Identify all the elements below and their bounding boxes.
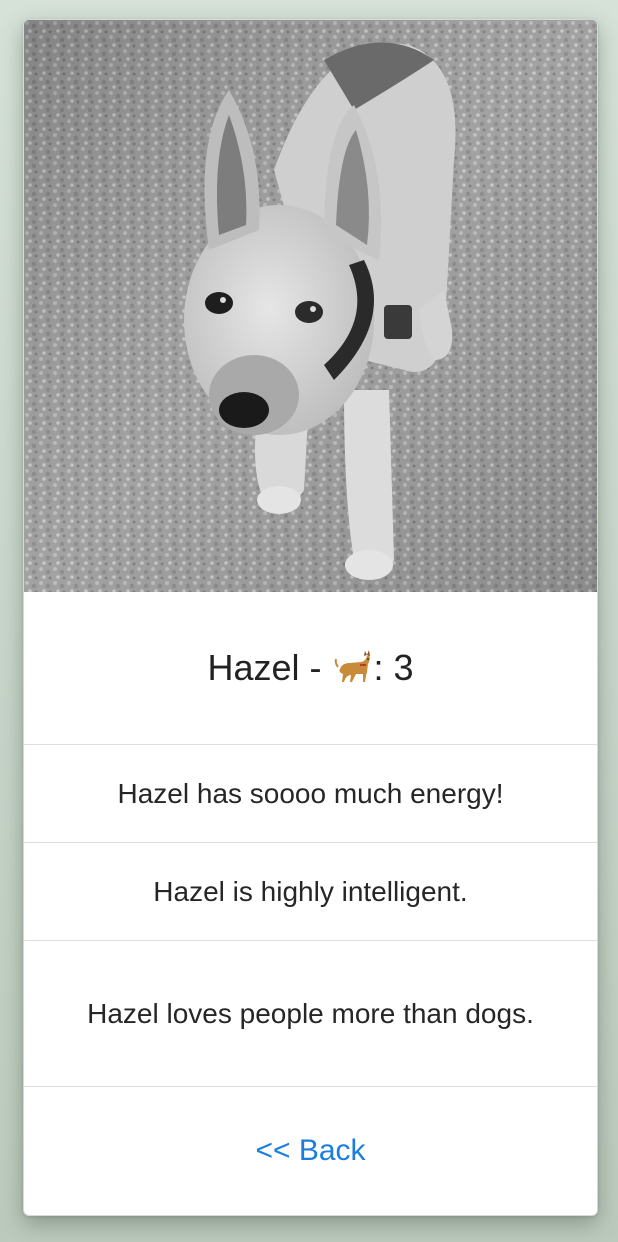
trait-item-energy: Hazel has soooo much energy! (24, 745, 597, 843)
trait-item-intelligence: Hazel is highly intelligent. (24, 843, 597, 941)
pet-age: : 3 (373, 647, 414, 688)
pet-card: Hazel - : 3 Hazel has soooo much energy!… (23, 19, 598, 1216)
card-footer: << Back (24, 1087, 597, 1215)
pet-name: Hazel (207, 647, 300, 688)
dog-photo-image (24, 20, 597, 592)
trait-text: Hazel is highly intelligent. (153, 875, 468, 907)
dog-emoji-icon (334, 650, 370, 682)
pet-heading: Hazel - : 3 (24, 592, 597, 745)
pet-photo (24, 20, 597, 592)
back-link[interactable]: << Back (255, 1134, 365, 1168)
trait-text: Hazel has soooo much energy! (117, 777, 504, 809)
trait-text: Hazel loves people more than dogs. (87, 997, 534, 1029)
title-separator: - (309, 647, 322, 688)
trait-item-people: Hazel loves people more than dogs. (24, 941, 597, 1087)
